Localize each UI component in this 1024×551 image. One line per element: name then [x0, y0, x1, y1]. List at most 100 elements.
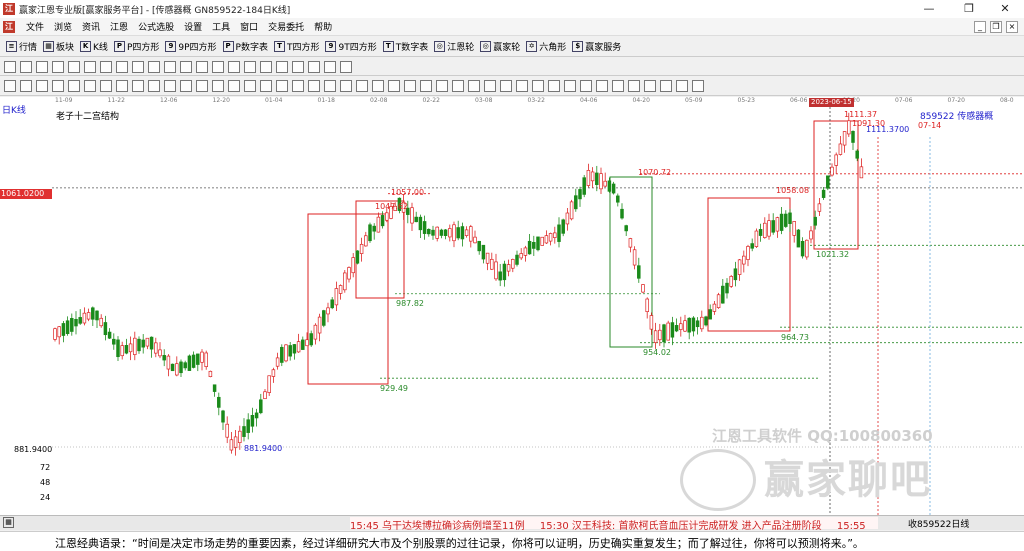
drawing-tool-icon[interactable]: [52, 60, 64, 73]
minimize-button[interactable]: —: [910, 0, 948, 18]
drawing-tool-icon[interactable]: [36, 60, 48, 73]
menu-settings[interactable]: 设置: [179, 20, 207, 33]
analysis-tool-icon[interactable]: [196, 80, 208, 92]
analysis-tool-icon[interactable]: [132, 80, 144, 92]
drawing-tool-icon[interactable]: [116, 60, 128, 73]
analysis-tool-icon[interactable]: [100, 80, 112, 92]
grid-icon[interactable]: ▦: [3, 517, 14, 528]
toolbar-gann-wheel-button[interactable]: ◎ 江恩轮: [434, 40, 474, 53]
menu-browse[interactable]: 浏览: [49, 20, 77, 33]
drawing-tool-icon[interactable]: [324, 60, 336, 73]
analysis-tool-icon[interactable]: [116, 80, 128, 92]
analysis-tool-icon[interactable]: [356, 80, 368, 92]
mdi-minimize-button[interactable]: _: [974, 21, 986, 33]
candle-body: [565, 212, 570, 225]
toolbar-t-table-button[interactable]: T T数字表: [382, 40, 428, 53]
drawing-tool-icon[interactable]: [212, 60, 224, 73]
drawing-tool-icon[interactable]: [260, 60, 272, 73]
candle-body: [233, 436, 238, 449]
toolbar-service-button[interactable]: $ 赢家服务: [572, 40, 621, 53]
analysis-tool-icon[interactable]: [404, 80, 416, 92]
toolbar-9p-square-button[interactable]: 9 9P四方形: [165, 40, 217, 53]
drawing-tool-icon[interactable]: [68, 60, 80, 73]
drawing-tool-icon[interactable]: [20, 60, 32, 73]
analysis-tool-icon[interactable]: [388, 80, 400, 92]
analysis-tool-icon[interactable]: [548, 80, 560, 92]
analysis-tool-icon[interactable]: [644, 80, 656, 92]
toolbar-kline-button[interactable]: K K线: [80, 40, 108, 53]
menu-trade[interactable]: 交易委托: [263, 20, 309, 33]
analysis-tool-icon[interactable]: [516, 80, 528, 92]
toolbar-sector-button[interactable]: ▦ 板块: [43, 40, 74, 53]
drawing-tool-icon[interactable]: [132, 60, 144, 73]
drawing-tool-icon[interactable]: [340, 60, 352, 73]
drawing-tool-icon[interactable]: [84, 60, 96, 73]
drawing-tool-icon[interactable]: [244, 60, 256, 73]
analysis-tool-icon[interactable]: [292, 80, 304, 92]
analysis-tool-icon[interactable]: [500, 80, 512, 92]
drawing-tool-icon[interactable]: [4, 60, 16, 73]
toolbar-winner-wheel-button[interactable]: ◎ 赢家轮: [480, 40, 520, 53]
analysis-tool-icon[interactable]: [676, 80, 688, 92]
analysis-tool-icon[interactable]: [4, 80, 16, 92]
analysis-tool-icon[interactable]: [436, 80, 448, 92]
drawing-tool-icon[interactable]: [148, 60, 160, 73]
analysis-tool-icon[interactable]: [468, 80, 480, 92]
analysis-tool-icon[interactable]: [660, 80, 672, 92]
analysis-tool-icon[interactable]: [68, 80, 80, 92]
analysis-tool-icon[interactable]: [340, 80, 352, 92]
menu-formula[interactable]: 公式选股: [133, 20, 179, 33]
analysis-tool-icon[interactable]: [84, 80, 96, 92]
drawing-tool-icon[interactable]: [276, 60, 288, 73]
analysis-tool-icon[interactable]: [692, 80, 704, 92]
mdi-restore-button[interactable]: ❐: [990, 21, 1002, 33]
analysis-tool-icon[interactable]: [420, 80, 432, 92]
drawing-tool-icon[interactable]: [292, 60, 304, 73]
drawing-tool-icon[interactable]: [100, 60, 112, 73]
analysis-tool-icon[interactable]: [180, 80, 192, 92]
maximize-button[interactable]: ❐: [950, 0, 988, 18]
analysis-tool-icon[interactable]: [148, 80, 160, 92]
menu-window[interactable]: 窗口: [235, 20, 263, 33]
analysis-tool-icon[interactable]: [596, 80, 608, 92]
analysis-tool-icon[interactable]: [484, 80, 496, 92]
analysis-tool-icon[interactable]: [228, 80, 240, 92]
analysis-tool-icon[interactable]: [580, 80, 592, 92]
analysis-tool-icon[interactable]: [212, 80, 224, 92]
analysis-tool-icon[interactable]: [612, 80, 624, 92]
chart-area[interactable]: 11-09 11-22 12-06 12-20 01-04 01-18 02-08 02-22…: [0, 97, 1024, 515]
drawing-tool-icon[interactable]: [308, 60, 320, 73]
toolbar-quotes-button[interactable]: ≡ 行情: [6, 40, 37, 53]
drawing-tool-icon[interactable]: [180, 60, 192, 73]
analysis-tool-icon[interactable]: [372, 80, 384, 92]
analysis-tool-icon[interactable]: [276, 80, 288, 92]
close-button[interactable]: ✕: [986, 0, 1024, 18]
analysis-tool-icon[interactable]: [324, 80, 336, 92]
news-ticker[interactable]: 15:45 乌干达埃博拉确诊病例增至11例 15:30 汉王科技: 首款柯氏音血…: [350, 517, 878, 532]
menu-info[interactable]: 资讯: [77, 20, 105, 33]
analysis-tool-icon[interactable]: [164, 80, 176, 92]
analysis-tool-icon[interactable]: [244, 80, 256, 92]
toolbar-hexagon-button[interactable]: ✡ 六角形: [526, 40, 566, 53]
analysis-tool-icon[interactable]: [564, 80, 576, 92]
menu-tools[interactable]: 工具: [207, 20, 235, 33]
toolbar-t-square-button[interactable]: T T四方形: [273, 40, 319, 53]
analysis-tool-icon[interactable]: [308, 80, 320, 92]
analysis-tool-icon[interactable]: [36, 80, 48, 92]
drawing-tool-icon[interactable]: [164, 60, 176, 73]
analysis-tool-icon[interactable]: [20, 80, 32, 92]
toolbar-p-square-button[interactable]: P P四方形: [113, 40, 159, 53]
mdi-close-button[interactable]: ×: [1006, 21, 1018, 33]
analysis-tool-icon[interactable]: [52, 80, 64, 92]
analysis-tool-icon[interactable]: [260, 80, 272, 92]
toolbar-9t-square-button[interactable]: 9 9T四方形: [325, 40, 377, 53]
analysis-tool-icon[interactable]: [532, 80, 544, 92]
drawing-tool-icon[interactable]: [228, 60, 240, 73]
toolbar-p-table-button[interactable]: P P数字表: [222, 40, 268, 53]
menu-gann[interactable]: 江恩: [105, 20, 133, 33]
menu-help[interactable]: 帮助: [309, 20, 337, 33]
analysis-tool-icon[interactable]: [628, 80, 640, 92]
analysis-tool-icon[interactable]: [452, 80, 464, 92]
menu-file[interactable]: 文件: [21, 20, 49, 33]
drawing-tool-icon[interactable]: [196, 60, 208, 73]
